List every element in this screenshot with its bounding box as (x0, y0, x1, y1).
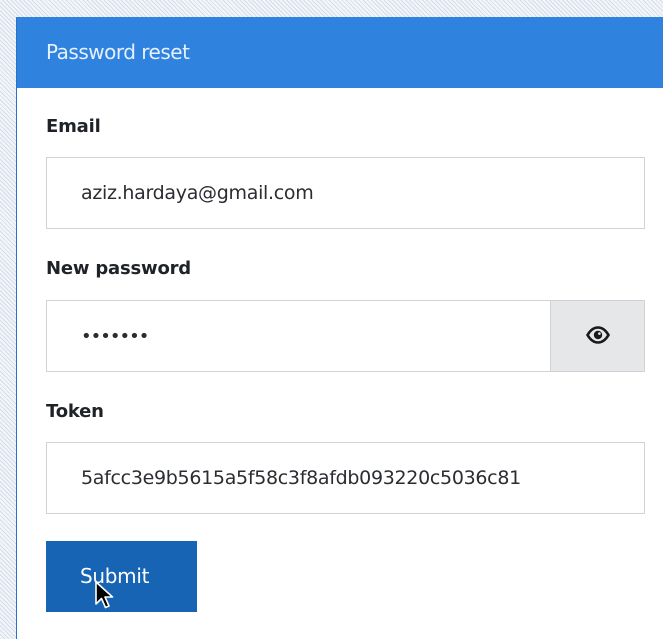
mouse-cursor-icon (95, 581, 114, 609)
show-password-toggle[interactable] (550, 301, 644, 371)
password-masked-value: ••••••• (81, 326, 149, 347)
email-field[interactable]: aziz.hardaya@gmail.com (46, 157, 645, 229)
token-label: Token (46, 401, 104, 422)
panel-title: Password reset (46, 40, 190, 64)
token-value: 5afcc3e9b5615a5f58c3f8afdb093220c5036c81 (81, 467, 521, 489)
token-field[interactable]: 5afcc3e9b5615a5f58c3f8afdb093220c5036c81 (46, 442, 645, 514)
password-reset-panel: Password reset Email aziz.hardaya@gmail.… (16, 17, 663, 639)
new-password-label: New password (46, 258, 191, 279)
eye-icon (586, 326, 610, 344)
email-label: Email (46, 116, 101, 137)
email-value: aziz.hardaya@gmail.com (81, 182, 314, 204)
submit-button[interactable]: Submit (46, 541, 197, 612)
panel-header: Password reset (17, 17, 663, 88)
new-password-field[interactable]: ••••••• (46, 300, 645, 372)
